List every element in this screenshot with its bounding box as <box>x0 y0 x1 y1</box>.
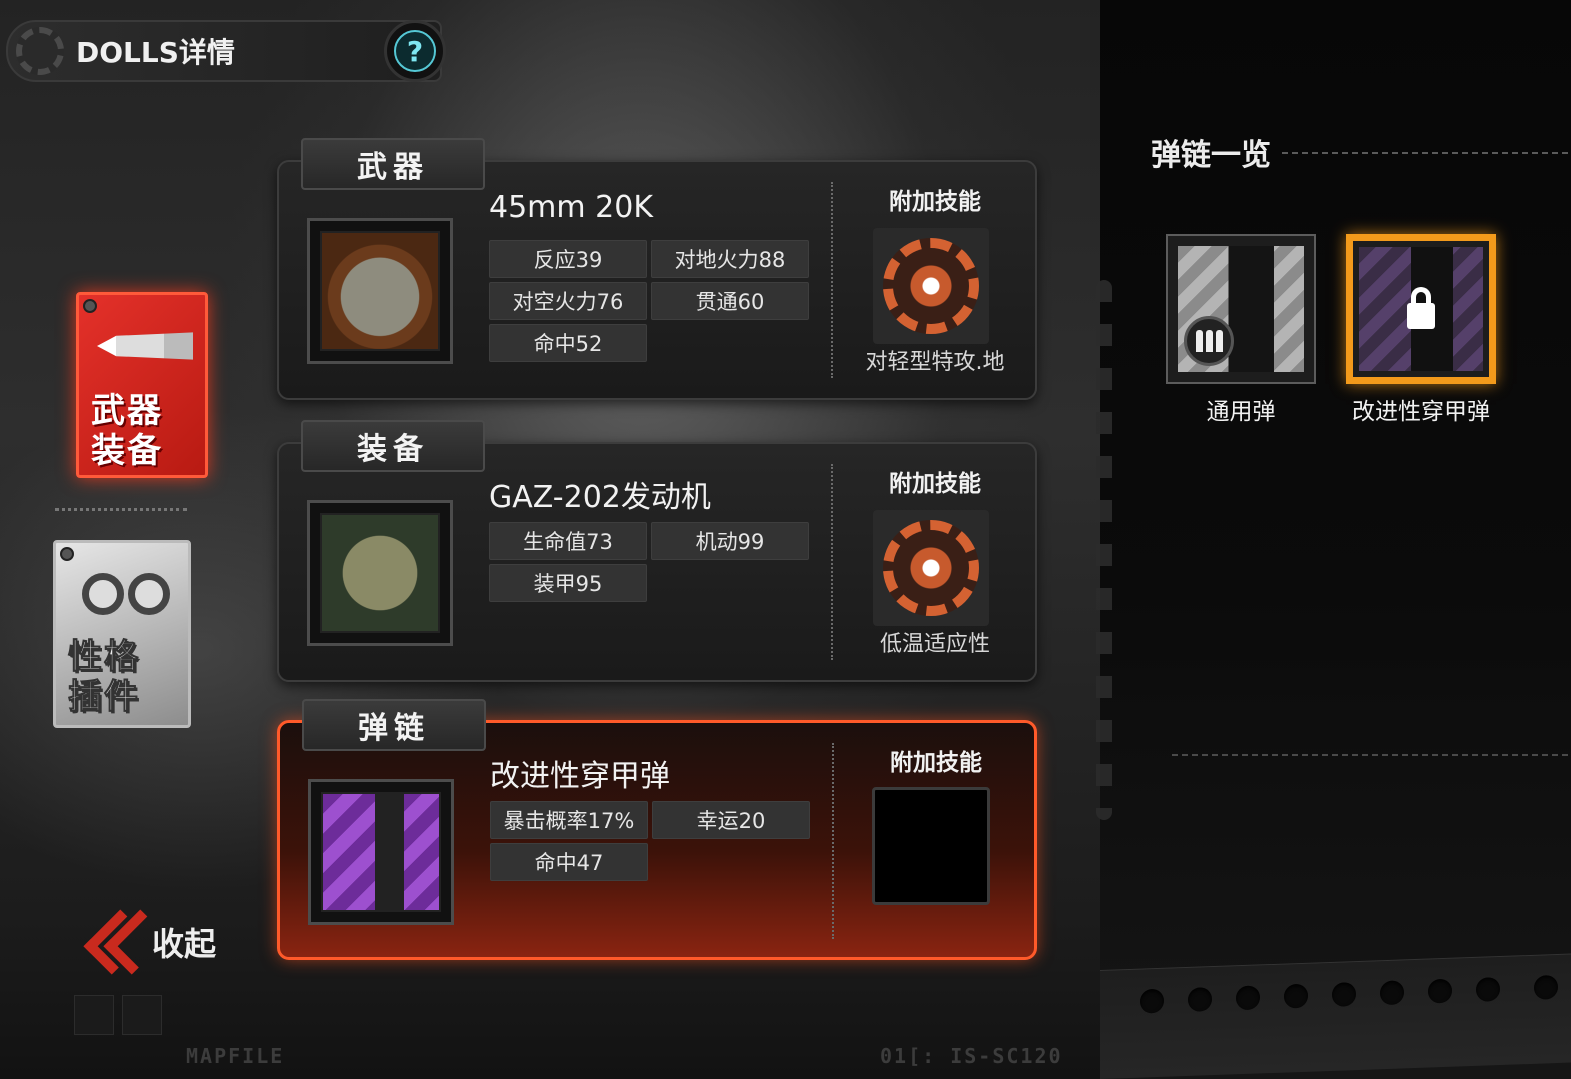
help-button[interactable]: ? <box>384 20 446 82</box>
stat-chip: 幸运20 <box>652 801 810 839</box>
weapon-name: 45mm 20K <box>489 190 654 225</box>
cog-icon <box>883 238 979 334</box>
ammo-art <box>321 792 441 912</box>
question-icon: ? <box>394 30 436 72</box>
collapse-button[interactable]: 收起 <box>78 909 216 975</box>
equipment-tab-label: 装备 <box>357 432 429 467</box>
weapon-panel[interactable]: 武器 45mm 20K 反应39 对地火力88 对空火力76 贯通60 命中52… <box>277 138 1037 400</box>
ammo-belt-tab: 弹链 <box>302 699 486 751</box>
strip-hole <box>1534 975 1558 1000</box>
skill-name: 对轻型特攻.地 <box>865 350 1005 375</box>
title-rule <box>1282 152 1568 154</box>
belt-card-common[interactable]: 通用弹 <box>1166 234 1316 425</box>
page-header: DOLLS详情 ? <box>6 20 446 82</box>
stat-chip: 对空火力76 <box>489 282 647 320</box>
strip-hole <box>1428 978 1452 1004</box>
equipment-name: GAZ-202发动机 <box>489 480 711 515</box>
corner-square-1 <box>74 995 114 1035</box>
engine-art <box>320 513 440 633</box>
stat-chip: 贯通60 <box>651 282 809 320</box>
strip-hole <box>1188 987 1212 1012</box>
belt-card-improved-ap[interactable]: 改进性穿甲弹 <box>1346 234 1496 425</box>
strip-hole <box>1476 977 1500 1002</box>
page-title: DOLLS详情 <box>76 36 235 69</box>
belt-frame-selected <box>1346 234 1496 384</box>
footer-label-left: MAPFILE <box>186 1044 285 1068</box>
panel-divider <box>832 743 834 939</box>
skill-title: 附加技能 <box>889 470 981 497</box>
strip-hole <box>1332 982 1356 1007</box>
bullets-icon <box>1184 316 1234 366</box>
stat-chip: 对地火力88 <box>651 240 809 278</box>
ammo-belt-panel[interactable]: 弹链 改进性穿甲弹 暴击概率17% 幸运20 命中47 附加技能 <box>277 699 1037 960</box>
ammo-belt-image[interactable] <box>308 779 454 925</box>
panel-divider <box>831 182 833 378</box>
skill-name: 低温适应性 <box>879 632 990 657</box>
cog-icon <box>883 520 979 616</box>
stat-chip: 暴击概率17% <box>490 801 648 839</box>
bolt-icon <box>83 299 97 313</box>
nav-weapon-label-1: 武器 <box>91 391 163 431</box>
strip-hole <box>1140 988 1164 1014</box>
nav-divider <box>55 508 187 511</box>
double-chevron-left-icon <box>78 909 169 975</box>
equipment-panel[interactable]: 装备 GAZ-202发动机 生命值73 机动99 装甲95 附加技能 低温适应性 <box>277 420 1037 682</box>
stat-chip: 反应39 <box>489 240 647 278</box>
belt-art <box>1359 247 1483 371</box>
gears-icon <box>82 573 170 617</box>
skill-slot[interactable] <box>873 510 989 626</box>
stat-chip: 生命值73 <box>489 522 647 560</box>
weapon-art <box>320 231 440 351</box>
stat-chip: 机动99 <box>651 522 809 560</box>
strip-hole <box>1380 980 1404 1006</box>
equipment-tab: 装备 <box>301 420 485 472</box>
panel-divider <box>831 464 833 660</box>
rail-divider <box>1096 280 1112 820</box>
skill-title: 附加技能 <box>890 749 982 776</box>
strip-hole <box>1236 985 1260 1011</box>
weapon-image[interactable] <box>307 218 453 364</box>
skill-title: 附加技能 <box>889 188 981 215</box>
nav-weapon-label-2: 装备 <box>91 431 163 471</box>
belt-list-title: 弹链一览 <box>1151 138 1271 173</box>
bolt-icon <box>60 547 74 561</box>
nav-plugin-label-2: 插件 <box>68 677 140 718</box>
skill-slot[interactable] <box>873 228 989 344</box>
gun-icon <box>97 332 193 360</box>
strip-hole <box>1284 983 1308 1009</box>
list-divider <box>1172 754 1568 756</box>
equipment-image[interactable] <box>307 500 453 646</box>
weapon-tab-label: 武器 <box>357 150 429 185</box>
nav-plugin-label-1: 性格 <box>68 637 140 678</box>
ammo-belt-name: 改进性穿甲弹 <box>490 759 670 794</box>
ammo-belt-tab-label: 弹链 <box>358 711 430 746</box>
gear-icon <box>16 27 64 75</box>
footer-label-right: 01[: IS-SC120 <box>880 1044 1063 1068</box>
weapon-tab: 武器 <box>301 138 485 190</box>
bottom-strip <box>1100 953 1571 1079</box>
stat-chip: 命中52 <box>489 324 647 362</box>
skill-slot-empty[interactable] <box>872 787 990 905</box>
corner-square-2 <box>122 995 162 1035</box>
nav-personality-plugin[interactable]: 性格 插件 <box>53 540 191 728</box>
belt-label: 改进性穿甲弹 <box>1352 399 1490 425</box>
lock-icon <box>1407 287 1435 331</box>
stat-chip: 命中47 <box>490 843 648 881</box>
nav-weapon-equipment[interactable]: 武器 装备 <box>76 292 208 478</box>
belt-frame <box>1166 234 1316 384</box>
stat-chip: 装甲95 <box>489 564 647 602</box>
belt-art <box>1178 246 1304 372</box>
